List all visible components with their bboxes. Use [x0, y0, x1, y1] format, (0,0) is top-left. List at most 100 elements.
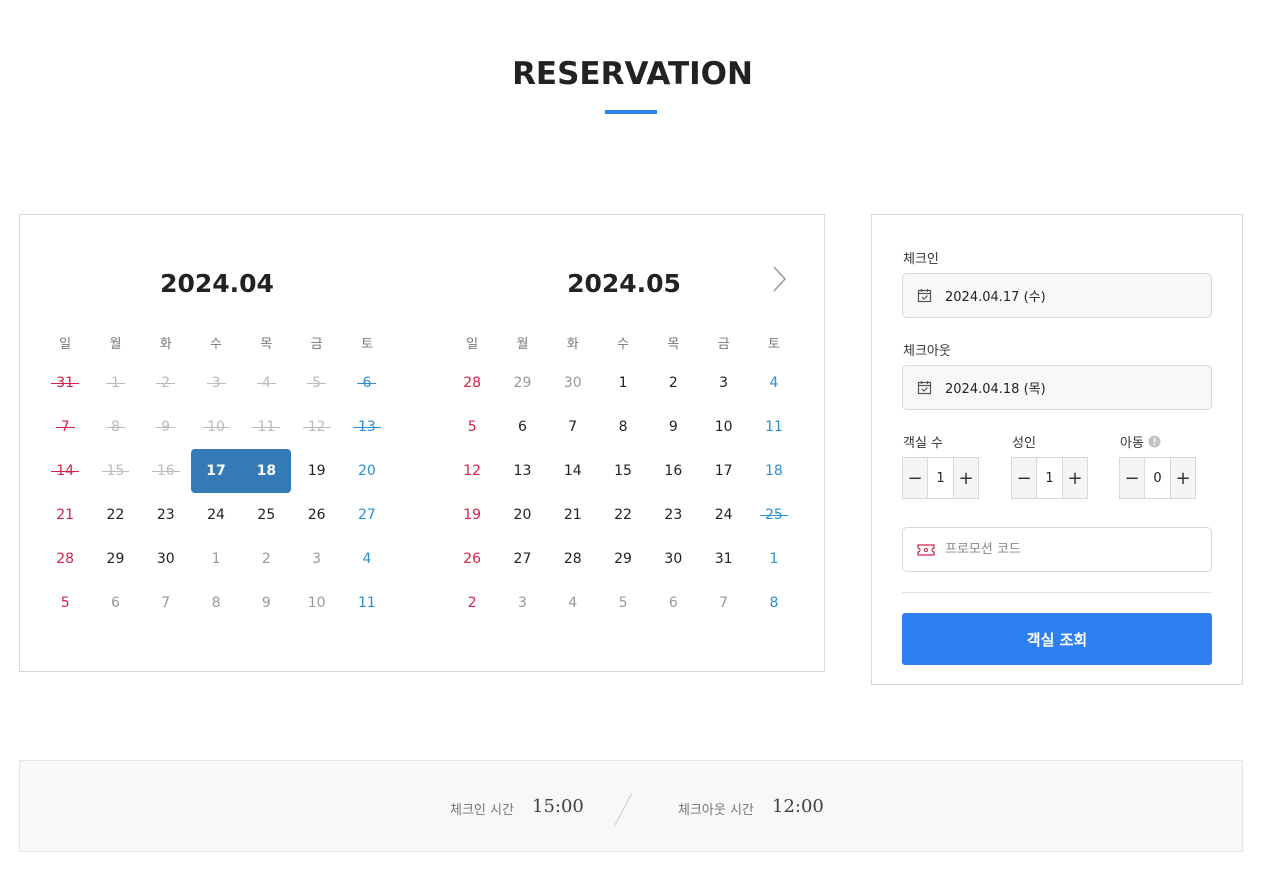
checkin-field[interactable]: 2024.04.17 (수): [902, 273, 1212, 318]
calendar-day[interactable]: 24: [191, 493, 241, 537]
promo-code-input[interactable]: [945, 542, 1195, 557]
calendar-day-number: 18: [765, 463, 783, 479]
calendar-day-number: 19: [307, 463, 326, 479]
calendar-day[interactable]: 5: [447, 405, 497, 449]
calendar-day[interactable]: 21: [548, 493, 598, 537]
calendar-day[interactable]: 6: [648, 581, 698, 625]
calendar-week-row: 5 6 7 8 9 10 11: [447, 405, 801, 449]
calendar-day[interactable]: 6: [497, 405, 547, 449]
calendar-day[interactable]: 2: [648, 361, 698, 405]
calendar-day[interactable]: 19: [291, 449, 341, 493]
calendar-day[interactable]: 3: [497, 581, 547, 625]
calendar-day[interactable]: 7: [698, 581, 748, 625]
weekday-header: 일 월 화 수 목 금 토: [447, 333, 801, 352]
calendar-day[interactable]: 22: [598, 493, 648, 537]
calendar-day-number: 6: [668, 595, 678, 611]
calendar-day[interactable]: 30: [648, 537, 698, 581]
calendar-day[interactable]: 24: [698, 493, 748, 537]
calendar-day[interactable]: 1: [191, 537, 241, 581]
calendar-day[interactable]: 7: [548, 405, 598, 449]
calendar-day[interactable]: 3: [291, 537, 341, 581]
calendar-day[interactable]: 2: [241, 537, 291, 581]
calendar-day[interactable]: 19: [447, 493, 497, 537]
calendar-day[interactable]: 10: [291, 581, 341, 625]
children-decrement-button[interactable]: −: [1120, 458, 1144, 498]
calendar-day[interactable]: 14: [548, 449, 598, 493]
calendar-day[interactable]: 10: [698, 405, 748, 449]
calendar-day[interactable]: 13: [497, 449, 547, 493]
calendar-day[interactable]: 5: [40, 581, 90, 625]
calendar-day[interactable]: 29: [598, 537, 648, 581]
rooms-decrement-button[interactable]: −: [903, 458, 927, 498]
calendar-day[interactable]: 4: [342, 537, 392, 581]
calendar-day[interactable]: 28: [447, 361, 497, 405]
adults-decrement-button[interactable]: −: [1012, 458, 1036, 498]
calendar-day: 13: [342, 405, 392, 449]
calendar-day[interactable]: 20: [342, 449, 392, 493]
calendar-day[interactable]: 20: [497, 493, 547, 537]
calendar-day[interactable]: 4: [749, 361, 799, 405]
calendar-day[interactable]: 28: [40, 537, 90, 581]
calendar-day-number: 2: [156, 375, 176, 391]
children-stepper: − 0 +: [1119, 457, 1196, 499]
calendar-day[interactable]: 22: [90, 493, 140, 537]
calendar-day[interactable]: 26: [291, 493, 341, 537]
calendar-day[interactable]: 28: [548, 537, 598, 581]
calendar-day[interactable]: 11: [749, 405, 799, 449]
calendar-day[interactable]: 18: [749, 449, 799, 493]
calendar-day[interactable]: 15: [598, 449, 648, 493]
calendar-day[interactable]: 31: [698, 537, 748, 581]
calendar-day[interactable]: 30: [141, 537, 191, 581]
children-increment-button[interactable]: +: [1171, 458, 1195, 498]
calendar-day[interactable]: 8: [598, 405, 648, 449]
calendar-day[interactable]: 9: [241, 581, 291, 625]
calendar-day[interactable]: 26: [447, 537, 497, 581]
calendar-day[interactable]: 1: [598, 361, 648, 405]
calendar-day[interactable]: 18: [241, 449, 292, 493]
checkin-checkout-info: 체크인 시간 15:00 체크아웃 시간 12:00: [19, 760, 1243, 852]
calendar-day[interactable]: 29: [90, 537, 140, 581]
calendar-day: 9: [141, 405, 191, 449]
search-rooms-button[interactable]: 객실 조회: [902, 613, 1212, 665]
calendar-day[interactable]: 17: [190, 449, 242, 493]
checkout-time: 12:00: [772, 796, 824, 817]
calendar-day[interactable]: 16: [648, 449, 698, 493]
calendar-day[interactable]: 2: [447, 581, 497, 625]
calendar-day-number: 24: [714, 507, 733, 523]
checkout-field[interactable]: 2024.04.18 (목): [902, 365, 1212, 410]
calendar-day-number: 8: [618, 419, 628, 435]
calendar-day: 12: [291, 405, 341, 449]
calendar-day[interactable]: 27: [497, 537, 547, 581]
checkout-label: 체크아웃: [903, 344, 951, 359]
calendar-day[interactable]: 11: [342, 581, 392, 625]
calendar-day[interactable]: 4: [548, 581, 598, 625]
info-icon[interactable]: [1148, 435, 1161, 448]
calendar-day[interactable]: 5: [598, 581, 648, 625]
calendar-day[interactable]: 27: [342, 493, 392, 537]
calendar-day-number: 29: [106, 551, 125, 567]
calendar-week-row: 19 20 21 22 23 24 25: [447, 493, 801, 537]
adults-increment-button[interactable]: +: [1063, 458, 1087, 498]
calendar-day[interactable]: 7: [141, 581, 191, 625]
checkout-value: 2024.04.18 (목): [945, 382, 1046, 397]
calendar-day[interactable]: 3: [698, 361, 748, 405]
calendar-day[interactable]: 30: [548, 361, 598, 405]
next-month-button[interactable]: [769, 265, 791, 293]
calendar-day[interactable]: 12: [447, 449, 497, 493]
title-underline: [605, 110, 657, 114]
calendar-day[interactable]: 29: [497, 361, 547, 405]
calendar-day[interactable]: 23: [648, 493, 698, 537]
calendar-day[interactable]: 21: [40, 493, 90, 537]
calendar-day[interactable]: 1: [749, 537, 799, 581]
calendar-day[interactable]: 9: [648, 405, 698, 449]
rooms-increment-button[interactable]: +: [954, 458, 978, 498]
checkin-label: 체크인: [903, 252, 939, 267]
calendar-day-number: 8: [769, 595, 779, 611]
calendar-week-row: 28 29 30 1 2 3 4: [40, 537, 394, 581]
calendar-day[interactable]: 8: [749, 581, 799, 625]
calendar-day[interactable]: 6: [90, 581, 140, 625]
calendar-day[interactable]: 23: [141, 493, 191, 537]
calendar-day[interactable]: 17: [698, 449, 748, 493]
calendar-day[interactable]: 25: [241, 493, 291, 537]
calendar-day[interactable]: 8: [191, 581, 241, 625]
